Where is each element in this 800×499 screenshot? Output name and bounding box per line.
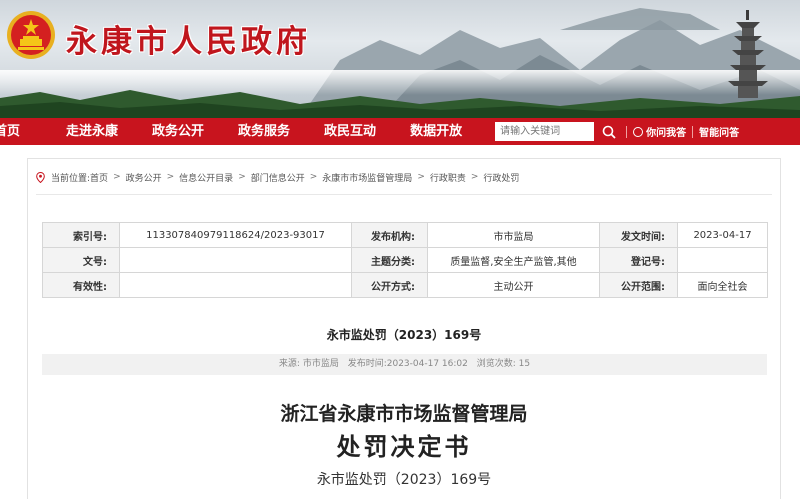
article-views: 浏览次数: 15 [476,359,531,369]
ask-label: 你问我答 [646,128,687,139]
breadcrumb-separator: > [417,172,425,182]
article-info-bar: 来源: 市市监局 发布时间:2023-04-17 16:02 浏览次数: 15 [42,354,767,375]
topic-label: 主题分类: [351,247,428,273]
breadcrumb-separator: > [470,172,479,182]
nav-item-gov-open[interactable]: 政务公开 [152,118,204,145]
smart-qa-label: 智能问答 [699,128,740,139]
site-title[interactable]: 永康市人民政府 [66,16,311,61]
nav-item-gov-service[interactable]: 政务服务 [238,118,290,145]
breadcrumb-gov-open[interactable]: 政务公开 [126,171,162,184]
table-row: 索引号: 113307840979118624/2023-93017 发布机构:… [42,222,768,248]
breadcrumb-catalog[interactable]: 信息公开目录 [179,171,233,184]
publisher-value: 市市监局 [427,222,600,248]
breadcrumb-dept-info[interactable]: 部门信息公开 [251,171,305,184]
nav-item-home[interactable]: 首页 [0,118,22,145]
smart-qa-link[interactable]: 智能问答 [699,124,739,139]
article-org-line: 浙江省永康市市场监督管理局 [280,403,528,425]
breadcrumb-home[interactable]: 首页 [90,171,108,184]
search-button[interactable] [598,118,620,145]
validity-label: 有效性: [42,272,120,298]
reg-no-label: 登记号: [599,247,678,273]
reg-no-value [677,247,768,273]
topic-value: 质量监督,安全生产监管,其他 [427,247,600,273]
breadcrumb-prefix: 当前位置: [51,173,91,184]
national-emblem-icon [7,11,55,59]
breadcrumb: 当前位置: 首页 > 政务公开 > 信息公开目录 > 部门信息公开 > 永康市市… [36,169,519,185]
header-banner: 永康市人民政府 [0,0,800,118]
location-pin-icon [36,171,45,183]
breadcrumb-separator: > [166,172,175,182]
question-icon [633,127,644,137]
index-label: 索引号: [42,222,120,248]
breadcrumb-penalty[interactable]: 行政处罚 [483,171,519,184]
content-frame: 当前位置: 首页 > 政务公开 > 信息公开目录 > 部门信息公开 > 永康市市… [27,158,781,499]
breadcrumb-bureau[interactable]: 永康市市场监督管理局 [322,171,412,184]
breadcrumb-separator: > [309,172,318,182]
validity-value [119,272,352,298]
table-row: 有效性: 公开方式: 主动公开 公开范围: 面向全社会 [42,272,768,298]
breadcrumb-divider [36,194,772,195]
article-publish-time: 发布时间:2023-04-17 16:02 [347,359,468,369]
ask-link[interactable]: 你问我答 [633,124,686,139]
open-mode-label: 公开方式: [351,272,428,298]
article-body-doc-number: 永市监处罚（2023）169号 [316,472,492,488]
article-source: 来源: 市市监局 [278,359,339,369]
doc-no-label: 文号: [42,247,120,273]
nav-item-interaction[interactable]: 政民互动 [324,118,376,145]
table-row: 文号: 主题分类: 质量监督,安全生产监管,其他 登记号: [42,247,768,273]
search-input[interactable] [495,122,595,141]
doc-no-value [119,247,352,273]
open-scope-label: 公开范围: [599,272,678,298]
publish-date-label: 发文时间: [599,222,678,248]
search-icon [602,125,616,139]
nav-item-open-data[interactable]: 数据开放 [410,118,462,145]
metadata-table: 索引号: 113307840979118624/2023-93017 发布机构:… [42,222,768,298]
breadcrumb-separator: > [113,172,121,182]
main-nav: 首页 走进永康 政务公开 政务服务 政民互动 数据开放 你问我答 智能问答 [0,118,800,145]
publisher-label: 发布机构: [351,222,428,248]
open-scope-value: 面向全社会 [677,272,768,298]
nav-item-about[interactable]: 走进永康 [66,118,118,145]
breadcrumb-separator: > [238,172,246,182]
index-value: 113307840979118624/2023-93017 [119,222,352,248]
breadcrumb-duties[interactable]: 行政职责 [430,171,466,184]
open-mode-value: 主动公开 [427,272,600,298]
nav-divider [626,125,628,138]
article-title: 处罚决定书 [336,432,472,461]
nav-divider [692,125,694,138]
publish-date-value: 2023-04-17 [677,222,768,248]
article-doc-number: 永市监处罚（2023）169号 [326,328,482,342]
